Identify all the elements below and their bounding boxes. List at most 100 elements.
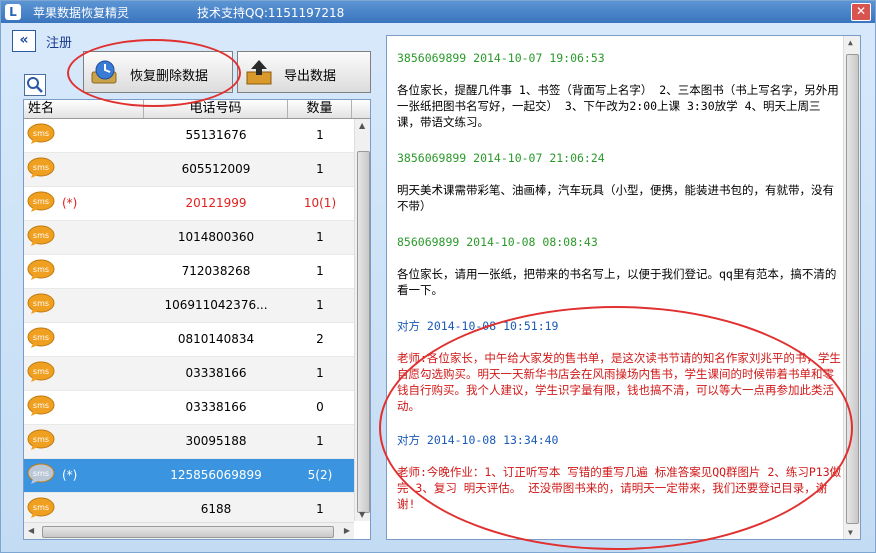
message-header: 对方 2014-10-08 10:51:19 [397, 319, 559, 333]
row-count: 0 [316, 400, 324, 414]
row-count: 1 [316, 162, 324, 176]
row-count: 1 [316, 230, 324, 244]
table-row[interactable]: sms 30095188 1 [24, 425, 354, 459]
row-phone: 20121999 [185, 196, 247, 210]
row-phone: 1014800360 [177, 230, 255, 244]
message-header: 856069899 2014-10-08 08:08:43 [397, 235, 598, 249]
column-header-phone[interactable]: 电话号码 [144, 100, 288, 118]
recover-clock-icon [91, 60, 117, 84]
row-phone: 0810140834 [177, 332, 255, 346]
row-count: 1 [316, 128, 324, 142]
table-row[interactable]: sms 03338166 1 [24, 357, 354, 391]
table-row[interactable]: sms (*) 20121999 10(1) [24, 187, 354, 221]
sms-icon: sms [27, 327, 55, 348]
list-scroll-thumb[interactable] [357, 151, 370, 513]
export-box-icon [246, 60, 272, 85]
list-hscroll-thumb[interactable] [42, 526, 334, 538]
back-button[interactable]: « [12, 30, 36, 52]
row-phone: 605512009 [181, 162, 251, 176]
svg-text:sms: sms [33, 163, 49, 172]
message-body: 明天美术课需带彩笔、油画棒，汽车玩具（小型，便携，能装进书包的，有就带，没有不带… [397, 183, 834, 213]
sms-icon: sms [27, 123, 55, 144]
msg-scroll-down-icon[interactable]: ▼ [848, 528, 853, 537]
svg-text:sms: sms [33, 231, 49, 240]
export-data-button[interactable]: 导出数据 [237, 51, 371, 93]
table-row[interactable]: sms 605512009 1 [24, 153, 354, 187]
row-count: 1 [316, 366, 324, 380]
row-count: 1 [316, 264, 324, 278]
svg-text:sms: sms [33, 265, 49, 274]
row-mark: (*) [62, 468, 78, 482]
recover-deleted-button[interactable]: 恢复删除数据 [83, 51, 233, 93]
svg-text:sms: sms [33, 299, 49, 308]
row-count: 10(1) [303, 196, 337, 210]
message-body: 各位家长，提醒几件事 1、书签（背面写上名字） 2、三本图书（书上写名字，另外用… [397, 83, 839, 129]
sms-icon: sms [27, 497, 55, 518]
svg-text:sms: sms [33, 197, 49, 206]
row-count: 1 [316, 298, 324, 312]
row-count: 1 [316, 502, 324, 516]
list-horizontal-scrollbar[interactable]: ◀ ▶ [24, 522, 354, 539]
msg-scroll-up-icon[interactable]: ▲ [848, 38, 853, 47]
message-header: 3856069899 2014-10-07 19:06:53 [397, 51, 605, 65]
column-header-count[interactable]: 数量 [288, 100, 352, 118]
row-phone: 30095188 [185, 434, 247, 448]
app-window: L 苹果数据恢复精灵 技术支持QQ:1151197218 ✕ « 注册 恢复删除… [0, 0, 876, 553]
message-body: 各位家长，请用一张纸，把带来的书名写上，以便于我们登记。qq里有范本，搞不清的看… [397, 267, 837, 297]
magnifier-icon [27, 77, 43, 93]
list-vertical-scrollbar[interactable]: ▲ ▼ [354, 119, 370, 521]
contact-rows: sms 55131676 1 sms 605512009 1 sms (*) 20121999 1… [24, 119, 354, 527]
column-header-name[interactable]: 姓名 [24, 100, 144, 118]
svg-text:sms: sms [33, 129, 49, 138]
row-count: 2 [316, 332, 324, 346]
sms-icon: sms [27, 429, 55, 450]
sms-icon: sms [27, 191, 55, 212]
svg-text:sms: sms [33, 469, 49, 478]
svg-text:sms: sms [33, 503, 49, 512]
message-header: 3856069899 2014-10-07 21:06:24 [397, 151, 605, 165]
app-logo-icon: L [5, 4, 21, 20]
table-row[interactable]: sms 106911042376... 1 [24, 289, 354, 323]
recover-deleted-label: 恢复删除数据 [130, 69, 209, 84]
table-row[interactable]: sms (*) 125856069899 5(2) [24, 459, 354, 493]
search-button[interactable] [24, 74, 46, 96]
row-phone: 03338166 [185, 366, 247, 380]
table-row[interactable]: sms 03338166 0 [24, 391, 354, 425]
sms-icon: sms [27, 259, 55, 280]
register-link[interactable]: 注册 [46, 32, 72, 51]
message-body: 老师:各位家长，中午给大家发的售书单，是这次读书节请的知名作家刘兆平的书，学生自… [397, 351, 841, 413]
message-scrollbar[interactable]: ▲ ▼ [843, 36, 860, 539]
table-row[interactable]: sms 712038268 1 [24, 255, 354, 289]
row-phone: 55131676 [185, 128, 247, 142]
support-text: 技术支持QQ:1151197218 [197, 6, 345, 20]
sms-icon: sms [27, 463, 55, 484]
sms-icon: sms [27, 395, 55, 416]
table-row[interactable]: sms 1014800360 1 [24, 221, 354, 255]
table-row[interactable]: sms 0810140834 2 [24, 323, 354, 357]
scroll-down-icon[interactable]: ▼ [359, 510, 365, 519]
table-row[interactable]: sms 55131676 1 [24, 119, 354, 153]
svg-text:sms: sms [33, 401, 49, 410]
row-phone: 6188 [200, 502, 232, 516]
row-count: 5(2) [307, 468, 333, 482]
message-panel: 3856069899 2014-10-07 19:06:53 各位家长，提醒几件事… [386, 35, 861, 540]
message-scroll-thumb[interactable] [846, 54, 859, 524]
window-title: 苹果数据恢复精灵 [33, 6, 130, 20]
scroll-left-icon[interactable]: ◀ [28, 526, 34, 535]
title-bar: L 苹果数据恢复精灵 技术支持QQ:1151197218 ✕ [1, 1, 875, 23]
scroll-up-icon[interactable]: ▲ [359, 121, 365, 130]
row-phone: 125856069899 [170, 468, 262, 482]
contact-list: 姓名 电话号码 数量 sms 55131676 1 sms 605512009 1 sms (… [23, 99, 371, 540]
list-header: 姓名 电话号码 数量 [24, 100, 370, 119]
sms-icon: sms [27, 157, 55, 178]
sms-icon: sms [27, 293, 55, 314]
svg-text:sms: sms [33, 333, 49, 342]
svg-text:sms: sms [33, 435, 49, 444]
row-phone: 712038268 [181, 264, 251, 278]
row-mark: (*) [62, 196, 78, 210]
message-body: 老师:今晚作业：1、订正听写本 写错的重写几遍 标准答案见QQ群图片 2、练习P… [397, 465, 842, 511]
row-count: 1 [316, 434, 324, 448]
export-data-label: 导出数据 [284, 69, 337, 84]
close-button[interactable]: ✕ [851, 3, 871, 21]
scroll-right-icon[interactable]: ▶ [344, 526, 350, 535]
